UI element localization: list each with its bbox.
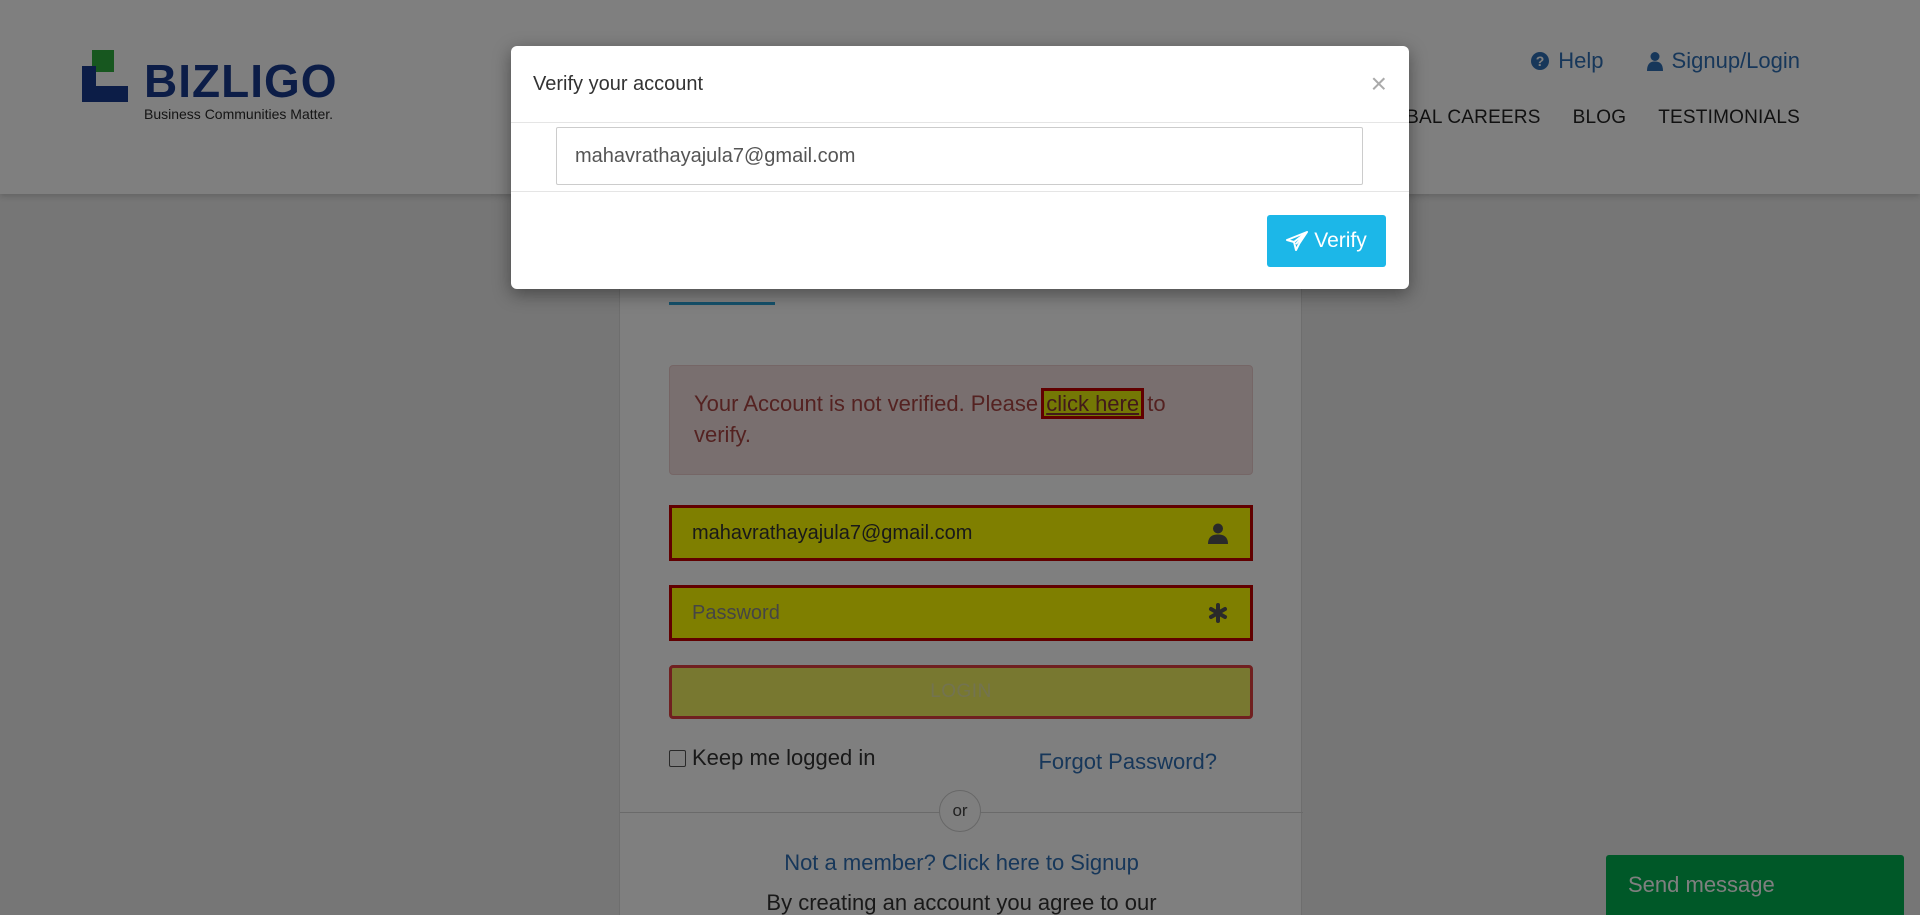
close-icon[interactable]: ×: [1371, 70, 1387, 98]
verify-email-input[interactable]: mahavrathayajula7@gmail.com: [556, 127, 1363, 185]
modal-header: Verify your account ×: [511, 46, 1409, 123]
verify-button-label: Verify: [1314, 228, 1367, 252]
verify-account-modal: Verify your account × mahavrathayajula7@…: [511, 46, 1409, 289]
verify-email-value: mahavrathayajula7@gmail.com: [575, 144, 856, 167]
modal-title: Verify your account: [533, 72, 704, 95]
modal-footer: Verify: [511, 192, 1409, 289]
paper-plane-icon: [1286, 230, 1309, 251]
modal-body: mahavrathayajula7@gmail.com: [511, 123, 1409, 192]
verify-button[interactable]: Verify: [1267, 214, 1386, 267]
